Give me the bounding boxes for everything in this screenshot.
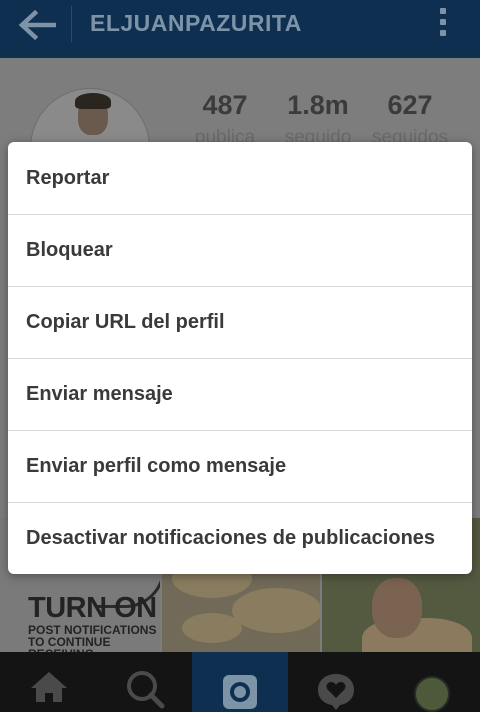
- menu-item-share-profile[interactable]: Enviar perfil como mensaje: [8, 430, 472, 502]
- nav-camera[interactable]: [192, 652, 288, 712]
- stat-following-count: 627: [387, 90, 433, 120]
- top-app-bar: ELJUANPAZURITA: [0, 0, 480, 58]
- menu-item-send-message[interactable]: Enviar mensaje: [8, 358, 472, 430]
- home-icon: [31, 672, 67, 702]
- profile-username: ELJUANPAZURITA: [90, 10, 302, 36]
- nav-search[interactable]: [96, 652, 192, 712]
- back-arrow-icon[interactable]: [18, 9, 57, 41]
- menu-item-block[interactable]: Bloquear: [8, 214, 472, 286]
- stat-following[interactable]: 627 seguidos: [365, 90, 455, 149]
- profile-avatar[interactable]: [414, 676, 450, 712]
- grid-photo-caption: POST NOTIFICATIONS TO CONTINUE RECEIVING: [28, 624, 160, 652]
- menu-item-disable-post-notifications[interactable]: Desactivar notificaciones de publicacion…: [8, 502, 472, 574]
- search-icon: [127, 671, 165, 709]
- grid-photo-title: TURN ON: [28, 592, 157, 624]
- camera-icon: [223, 675, 257, 709]
- kebab-menu-icon[interactable]: [439, 8, 447, 42]
- bottom-navigation: [0, 652, 480, 712]
- profile-options-dialog: Reportar Bloquear Copiar URL del perfil …: [8, 142, 472, 574]
- activity-heart-icon: [318, 674, 354, 710]
- nav-activity[interactable]: [288, 652, 384, 712]
- stat-posts[interactable]: 487 publica: [180, 90, 270, 149]
- menu-item-copy-profile-url[interactable]: Copiar URL del perfil: [8, 286, 472, 358]
- menu-item-report[interactable]: Reportar: [8, 142, 472, 214]
- stat-followers[interactable]: 1.8m seguido: [273, 90, 363, 149]
- stat-posts-count: 487: [202, 90, 248, 120]
- topbar-divider: [71, 6, 72, 42]
- nav-home[interactable]: [0, 652, 96, 712]
- stat-followers-count: 1.8m: [287, 90, 349, 120]
- grid-photo-caption-line: TO CONTINUE RECEIVING: [28, 635, 111, 652]
